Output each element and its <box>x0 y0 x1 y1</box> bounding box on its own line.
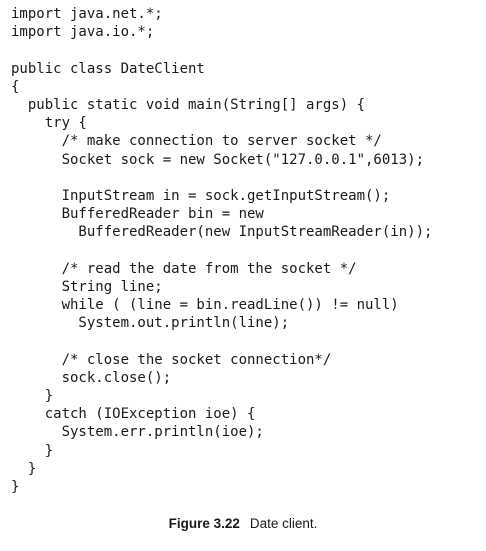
code-line: /* make connection to server socket */ <box>11 133 382 150</box>
code-line: BufferedReader bin = new <box>11 206 264 223</box>
code-line: Socket sock = new Socket("127.0.0.1",601… <box>11 151 425 168</box>
code-line: /* close the socket connection*/ <box>11 351 332 368</box>
code-line: import java.io.*; <box>11 24 155 41</box>
code-line: } <box>11 387 54 404</box>
code-line: } <box>11 460 37 477</box>
figure-caption: Figure 3.22 Date client. <box>0 516 486 531</box>
code-line: System.err.println(ioe); <box>11 424 264 441</box>
code-line: /* read the date from the socket */ <box>11 260 357 277</box>
code-line: while ( (line = bin.readLine()) != null) <box>11 297 399 313</box>
figure-label: Figure 3.22 <box>168 516 240 531</box>
code-line: } <box>11 442 54 459</box>
code-line: import java.net.*; <box>11 6 163 22</box>
code-line: } <box>11 478 20 495</box>
code-line: public static void main(String[] args) { <box>11 96 366 113</box>
code-line: String line; <box>11 278 163 295</box>
code-line: BufferedReader(new InputStreamReader(in)… <box>11 224 433 241</box>
code-line: { <box>11 78 20 95</box>
figure-caption-text: Date client. <box>249 516 318 531</box>
code-line: System.out.println(line); <box>11 315 290 332</box>
code-listing: import java.net.*; import java.io.*; pub… <box>11 5 432 496</box>
code-line: try { <box>11 115 87 132</box>
code-line: catch (IOException ioe) { <box>11 406 256 423</box>
code-line: public class DateClient <box>11 60 205 77</box>
code-line: InputStream in = sock.getInputStream(); <box>11 187 391 204</box>
code-line: sock.close(); <box>11 369 172 386</box>
